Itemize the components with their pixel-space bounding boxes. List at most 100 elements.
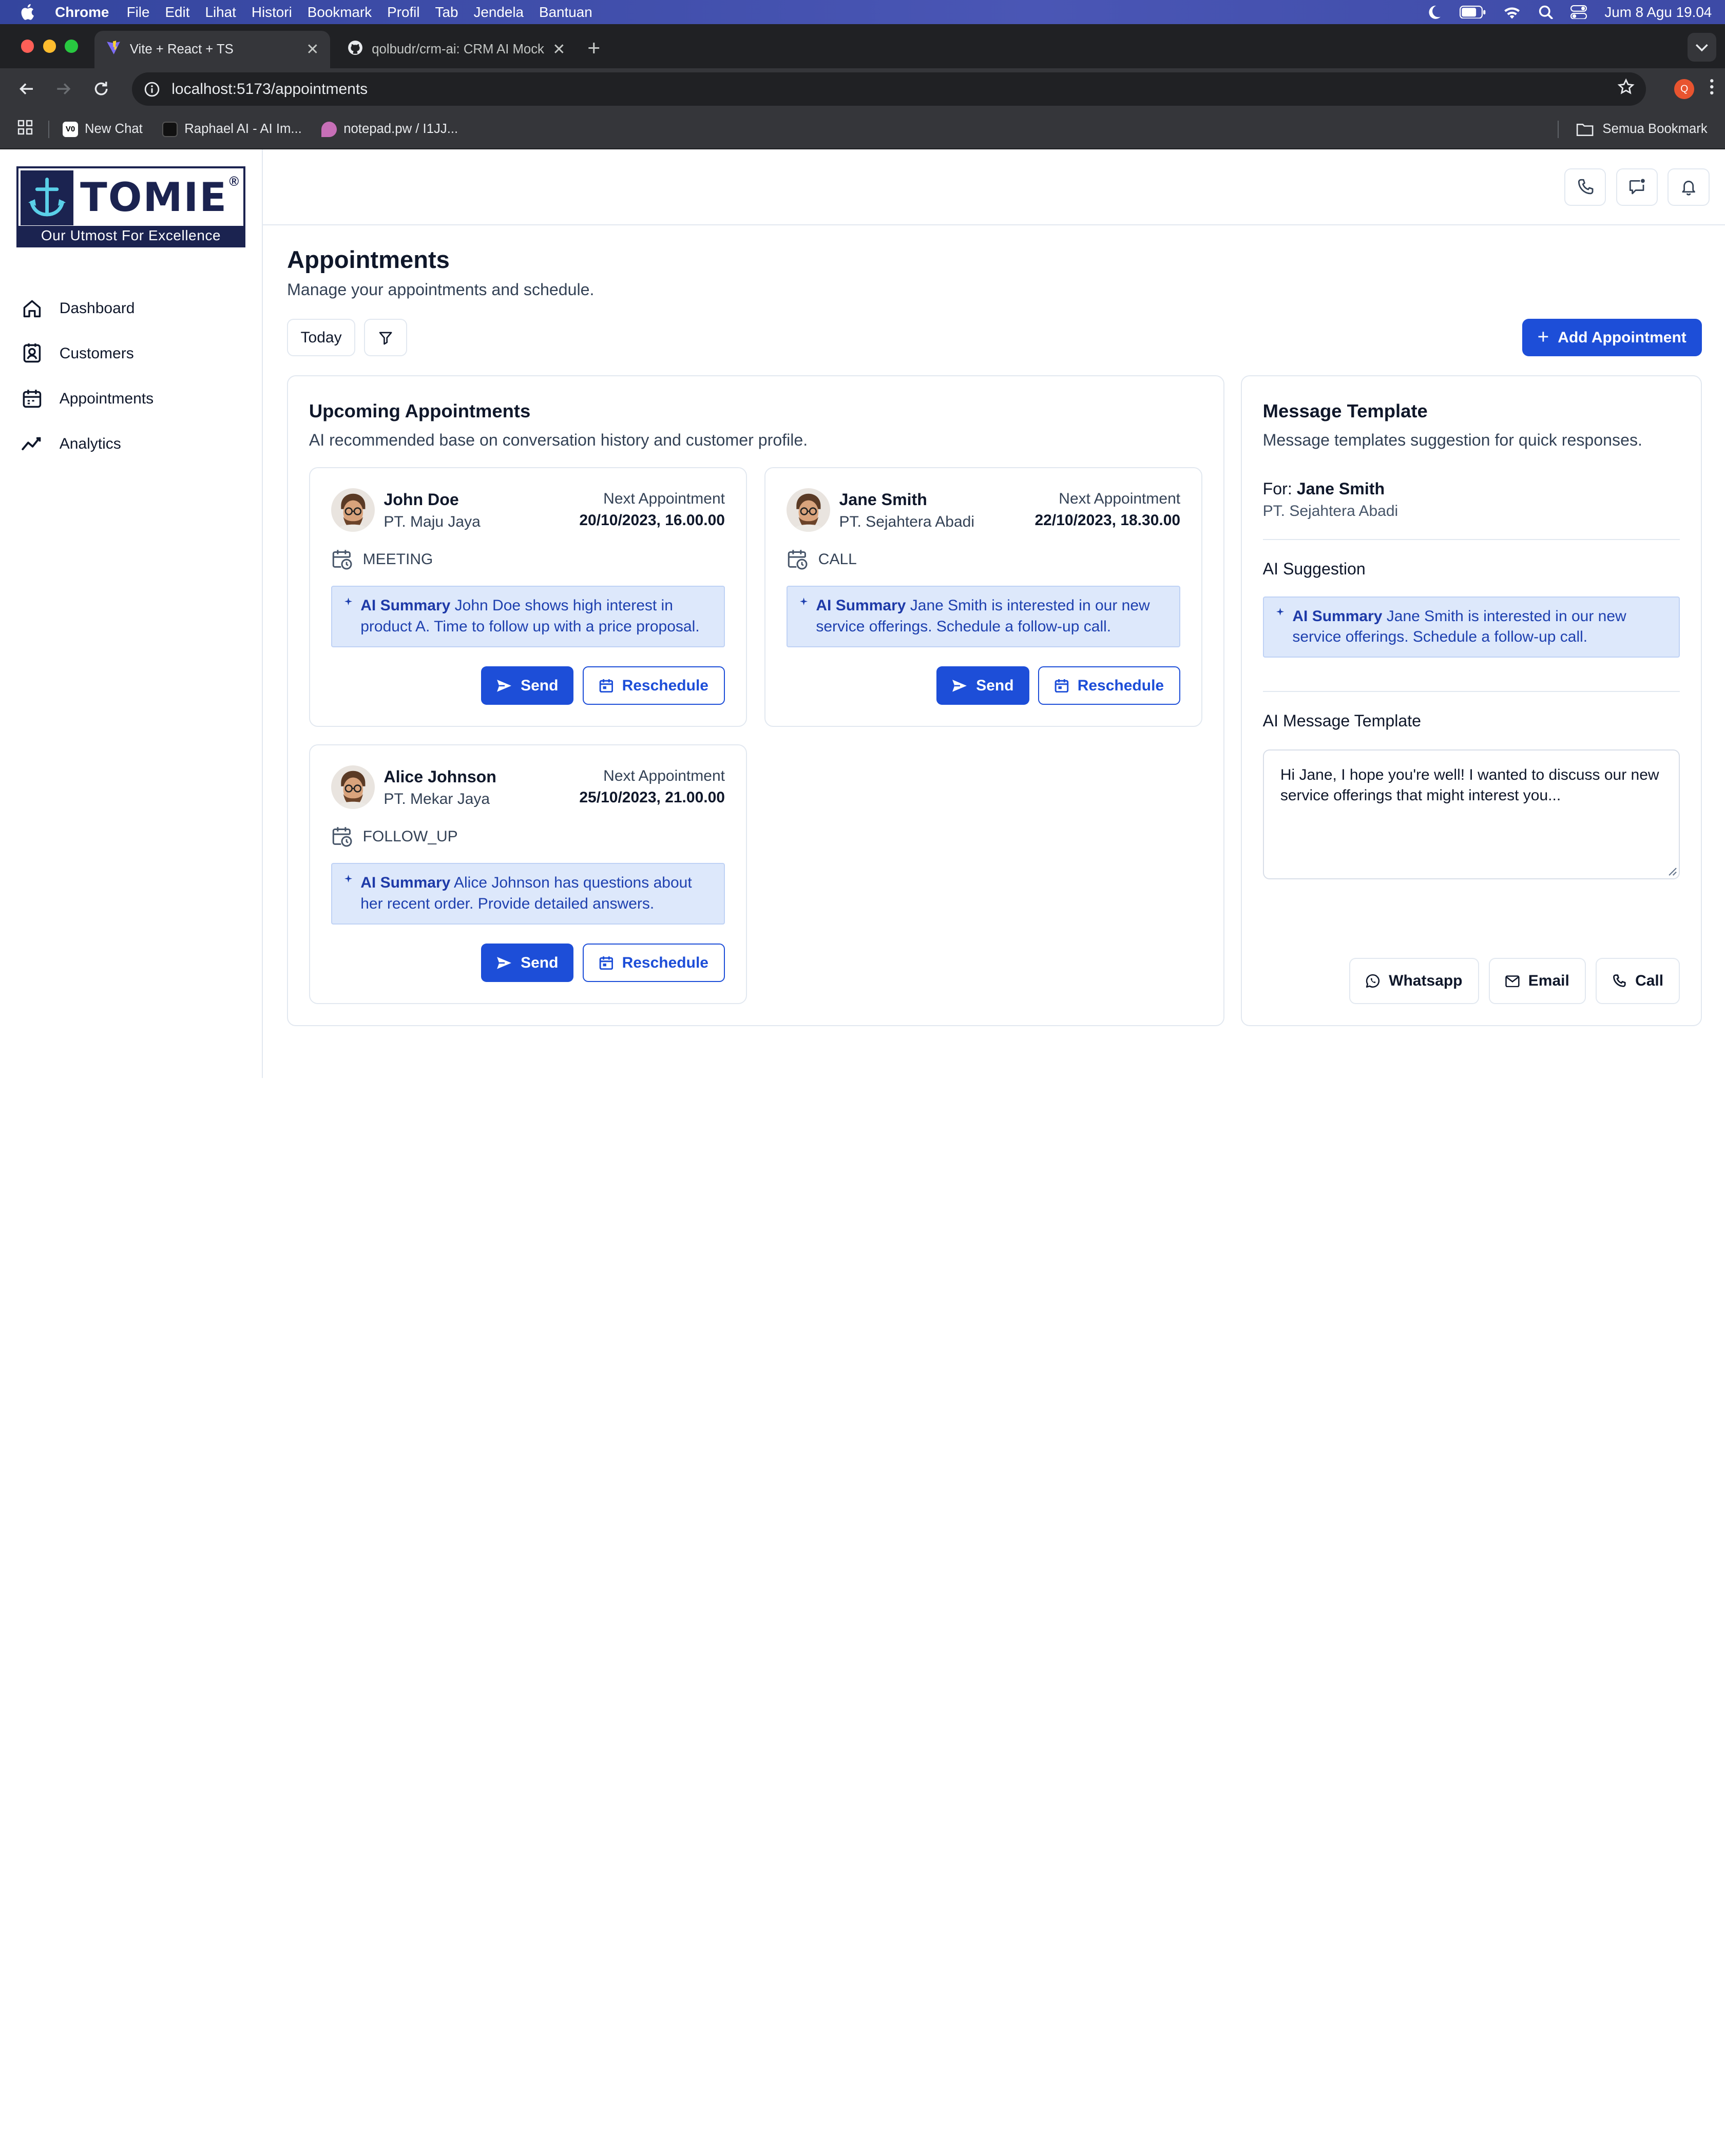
top-bar: [262, 149, 1725, 226]
menu-help[interactable]: Bantuan: [539, 4, 592, 21]
tab-search-button[interactable]: [1688, 33, 1716, 62]
tomie-logo[interactable]: TOMIE ® Our Utmost For Excellence: [16, 166, 245, 248]
menu-app-name[interactable]: Chrome: [55, 4, 109, 21]
tab-title: qolbudr/crm-ai: CRM AI Mock: [372, 42, 544, 56]
github-icon: [348, 40, 363, 59]
ai-summary: AI Summary Jane Smith is interested in o…: [786, 586, 1181, 648]
close-window-button[interactable]: [21, 40, 34, 53]
menu-view[interactable]: Lihat: [205, 4, 236, 21]
resize-grip-icon[interactable]: [1668, 867, 1677, 876]
upcoming-appointments-panel: Upcoming Appointments AI recommended bas…: [287, 375, 1224, 1027]
phone-button[interactable]: [1564, 168, 1606, 206]
chrome-menu-icon[interactable]: [1710, 78, 1714, 100]
close-tab-icon[interactable]: ✕: [306, 41, 319, 59]
bookmark-star-icon[interactable]: [1617, 78, 1635, 100]
reload-button[interactable]: [86, 74, 117, 105]
upcoming-title: Upcoming Appointments: [309, 400, 531, 421]
battery-icon[interactable]: [1459, 5, 1486, 19]
bookmark-raphael[interactable]: Raphael AI - AI Im...: [162, 121, 302, 137]
sidebar-item-customers[interactable]: Customers: [16, 331, 245, 376]
forward-button[interactable]: [48, 74, 79, 105]
customer-company: PT. Mekar Jaya: [384, 791, 490, 808]
message-textarea[interactable]: Hi Jane, I hope you're well! I wanted to…: [1262, 749, 1680, 879]
appointment-type: CALL: [787, 548, 1180, 570]
menu-edit[interactable]: Edit: [165, 4, 189, 21]
search-icon[interactable]: [1539, 5, 1553, 20]
next-appointment-label: Next Appointment: [603, 767, 725, 784]
contact-icon: [23, 343, 41, 363]
reschedule-button[interactable]: Reschedule: [1038, 666, 1181, 705]
all-bookmarks[interactable]: Semua Bookmark: [1558, 121, 1708, 138]
ai-summary-label: AI Summary: [360, 597, 451, 614]
ai-summary: AI Summary John Doe shows high interest …: [331, 586, 725, 648]
all-bookmarks-label: Semua Bookmark: [1602, 122, 1708, 137]
customer-company: PT. Maju Jaya: [384, 513, 481, 531]
mail-icon: [1505, 975, 1520, 987]
vite-icon: [106, 40, 121, 59]
for-prefix: For:: [1262, 479, 1292, 498]
back-button[interactable]: [11, 74, 42, 105]
whatsapp-button[interactable]: Whatsapp: [1349, 958, 1479, 1005]
url-text[interactable]: localhost:5173/appointments: [171, 81, 368, 98]
recipient-company: PT. Sejahtera Abadi: [1262, 503, 1398, 520]
tab-vite[interactable]: Vite + React + TS ✕: [94, 30, 330, 68]
menu-tab[interactable]: Tab: [435, 4, 458, 21]
profile-avatar[interactable]: Q: [1674, 79, 1695, 99]
appointment-card: John Doe PT. Maju Jaya Next Appointment …: [309, 467, 747, 727]
sidebar-item-dashboard[interactable]: Dashboard: [16, 286, 245, 331]
close-tab-icon[interactable]: ✕: [552, 41, 565, 59]
sidebar-item-appointments[interactable]: Appointments: [16, 376, 245, 421]
home-icon: [23, 300, 41, 317]
zoom-window-button[interactable]: [65, 40, 79, 53]
menu-profile[interactable]: Profil: [387, 4, 419, 21]
appointment-card: Alice Johnson PT. Mekar Jaya Next Appoin…: [309, 744, 747, 1004]
notifications-button[interactable]: [1667, 168, 1710, 206]
add-appointment-label: Add Appointment: [1558, 329, 1686, 346]
send-button[interactable]: Send: [481, 944, 574, 983]
calendar-icon: [23, 390, 41, 408]
messages-button[interactable]: [1616, 168, 1658, 206]
window-controls: [21, 40, 79, 53]
menu-clock[interactable]: Jum 8 Agu 19.04: [1604, 4, 1712, 21]
upcoming-subtitle: AI recommended base on conversation hist…: [309, 430, 808, 449]
sparkle-icon: [1276, 607, 1285, 615]
menu-file[interactable]: File: [127, 4, 150, 21]
apple-icon[interactable]: [20, 3, 35, 21]
send-button[interactable]: Send: [936, 666, 1029, 705]
email-button[interactable]: Email: [1488, 958, 1586, 1005]
new-tab-button[interactable]: +: [587, 37, 600, 60]
address-bar[interactable]: localhost:5173/appointments: [132, 72, 1646, 106]
today-button[interactable]: Today: [287, 319, 355, 357]
control-center-icon[interactable]: [1570, 5, 1587, 20]
tab-github[interactable]: qolbudr/crm-ai: CRM AI Mock ✕: [337, 31, 577, 68]
apps-grid-icon[interactable]: [17, 120, 33, 139]
add-appointment-button[interactable]: + Add Appointment: [1522, 319, 1702, 357]
filter-button[interactable]: [364, 319, 407, 357]
filter-icon: [379, 332, 392, 345]
send-button[interactable]: Send: [481, 666, 574, 705]
sidebar-item-analytics[interactable]: Analytics: [16, 421, 245, 467]
reschedule-button[interactable]: Reschedule: [582, 944, 725, 983]
appointment-type-label: CALL: [818, 550, 857, 568]
site-info-icon[interactable]: [143, 80, 161, 98]
call-button[interactable]: Call: [1596, 958, 1680, 1005]
menu-history[interactable]: Histori: [252, 4, 292, 21]
appointment-cards: John Doe PT. Maju Jaya Next Appointment …: [309, 467, 1202, 1004]
send-icon: [497, 956, 511, 969]
minimize-window-button[interactable]: [43, 40, 56, 53]
tab-title: Vite + React + TS: [129, 42, 234, 56]
appointment-card: Jane Smith PT. Sejahtera Abadi Next Appo…: [764, 467, 1202, 727]
bookmark-notepad[interactable]: notepad.pw / I1JJ...: [321, 121, 458, 137]
ai-summary-label: AI Summary: [1292, 607, 1383, 625]
menu-bookmark[interactable]: Bookmark: [308, 4, 372, 21]
wifi-icon[interactable]: [1503, 6, 1521, 19]
menu-window[interactable]: Jendela: [473, 4, 524, 21]
bookmark-new-chat[interactable]: V0 New Chat: [63, 121, 143, 137]
message-text[interactable]: Hi Jane, I hope you're well! I wanted to…: [1280, 766, 1659, 804]
calendar-icon: [599, 679, 613, 692]
moon-icon[interactable]: [1426, 5, 1442, 20]
avatar: [786, 488, 831, 532]
reschedule-button[interactable]: Reschedule: [582, 666, 725, 705]
page-title: Appointments: [287, 245, 450, 273]
calendar-icon: [1055, 679, 1068, 692]
